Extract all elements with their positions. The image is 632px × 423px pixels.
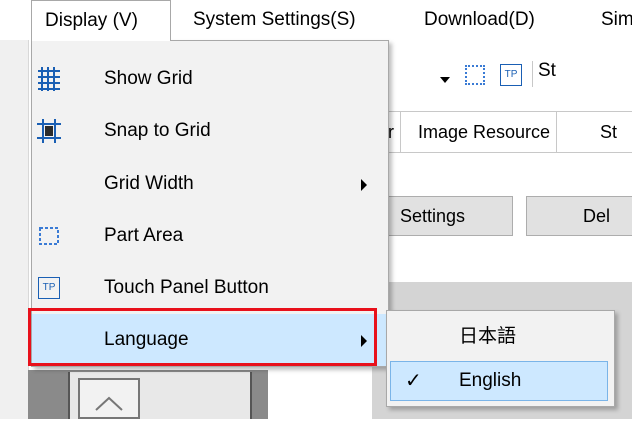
language-option-english[interactable]: ✓ English (390, 361, 608, 401)
tab-strip: r Image Resource St (372, 111, 632, 153)
grid-icon (38, 67, 60, 91)
dropdown-arrow-icon[interactable] (440, 77, 450, 83)
menu-item-label: Snap to Grid (104, 120, 211, 141)
tab-st[interactable]: St (594, 112, 623, 152)
menu-item-snap-to-grid[interactable]: Snap to Grid (32, 105, 388, 157)
menu-item-show-grid[interactable]: Show Grid (32, 53, 388, 105)
language-submenu: 日本語 ✓ English (386, 310, 615, 407)
snap-grid-icon (37, 119, 61, 143)
menu-system-settings[interactable]: System Settings(S) (193, 0, 356, 40)
language-option-label: 日本語 (459, 326, 517, 347)
part-area-toolbar-icon[interactable] (465, 65, 485, 85)
menu-item-touch-panel-button[interactable]: TP Touch Panel Button (32, 262, 388, 314)
part-area-icon (39, 227, 59, 245)
toolbar-separator (532, 61, 533, 87)
menu-item-grid-width[interactable]: Grid Width (32, 158, 388, 210)
submenu-arrow-icon (361, 179, 367, 191)
menu-item-label: Part Area (104, 225, 184, 246)
chevron-up-icon (95, 396, 123, 411)
menu-item-label: Grid Width (104, 173, 194, 194)
menu-item-label: Touch Panel Button (104, 277, 269, 298)
menu-simulation[interactable]: Sim (601, 0, 632, 40)
toolbar: t TP St (372, 53, 632, 93)
tab-image-resource[interactable]: Image Resource (412, 112, 558, 152)
menu-display[interactable]: Display (V) (31, 0, 171, 41)
left-tool-strip (0, 40, 29, 419)
menu-item-label: Show Grid (104, 68, 193, 89)
tp-icon: TP (38, 277, 60, 299)
menu-item-part-area[interactable]: Part Area (32, 210, 388, 262)
language-option-label: English (459, 370, 522, 391)
annotation-highlight-box (28, 308, 377, 366)
tp-toolbar-icon[interactable]: TP (500, 64, 522, 86)
delete-button[interactable]: Del (526, 196, 632, 236)
language-option-japanese[interactable]: 日本語 (387, 314, 614, 359)
menubar: Display (V) System Settings(S) Download(… (0, 0, 632, 41)
scroll-up-button[interactable] (78, 378, 140, 419)
checkmark-icon: ✓ (405, 370, 422, 392)
toolbar-label-st: St (538, 60, 556, 81)
menu-download[interactable]: Download(D) (424, 0, 535, 40)
settings-button[interactable]: Settings (381, 196, 513, 236)
